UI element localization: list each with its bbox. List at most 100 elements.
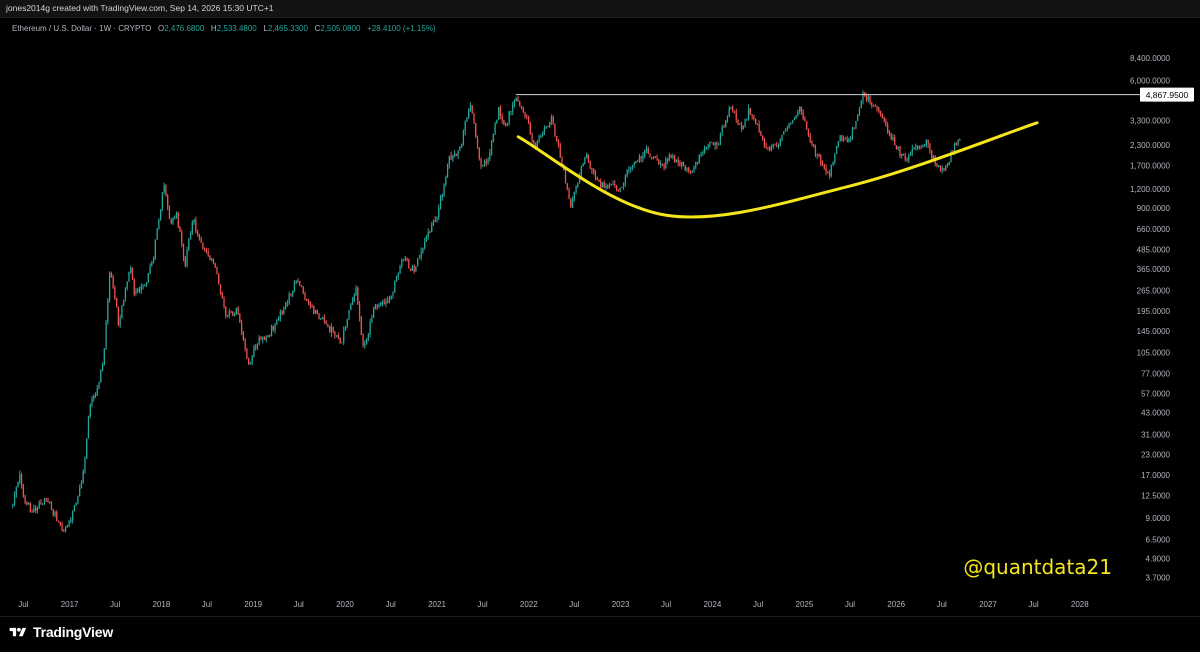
candle-down [758, 120, 760, 134]
candle-up [186, 246, 188, 268]
candle-up [288, 291, 290, 306]
candle-body [223, 297, 225, 307]
candle-up [605, 183, 607, 191]
candle-body [557, 141, 560, 145]
candle-down [501, 112, 503, 124]
candle-body [628, 169, 630, 171]
candle-up [64, 525, 67, 533]
candle-body [96, 388, 98, 396]
candle-body [288, 294, 290, 304]
candle-body [591, 168, 593, 170]
candle-body [733, 111, 736, 113]
candle-down [733, 110, 736, 114]
candle-down [195, 216, 197, 234]
candle-down [204, 247, 206, 252]
candle-body [922, 145, 924, 147]
chart-pane[interactable]: Ethereum / U.S. Dollar · 1W · CRYPTO O2,… [0, 18, 1200, 617]
candle-body [908, 155, 910, 160]
candle-body [232, 311, 234, 316]
time-tick-label: Jul [937, 600, 947, 609]
candle-body [75, 502, 77, 506]
candle-up [448, 155, 450, 169]
candle-down [740, 121, 743, 132]
candle-body [476, 136, 479, 148]
candle-body [240, 322, 243, 332]
candle-down [828, 170, 831, 179]
candle-body [790, 123, 792, 124]
candle-down [809, 132, 811, 144]
candle-up [348, 309, 350, 320]
candle-down [813, 143, 815, 148]
candle-up [175, 211, 178, 219]
candle-down [50, 501, 53, 511]
candle-body [693, 167, 695, 172]
candle-up [401, 258, 403, 269]
candle-body [205, 250, 208, 253]
candle-down [281, 309, 283, 316]
price-chart[interactable]: 8,400.0000 6,000.0000 3,300.0000 2,300.0000… [0, 18, 1200, 616]
candle-down [658, 159, 660, 166]
candle-down [177, 211, 179, 229]
candle-down [35, 505, 37, 514]
candle-body [541, 131, 544, 136]
candle-body [281, 311, 283, 315]
candle-down [219, 284, 222, 296]
candle-body [117, 306, 120, 326]
candle-body [82, 471, 84, 483]
candle-body [614, 183, 616, 186]
candle-body [321, 317, 324, 319]
candle-body [276, 320, 278, 324]
candle-body [786, 128, 788, 130]
tradingview-logo[interactable]: TradingView [8, 624, 113, 640]
candle-down [519, 100, 521, 107]
candle-body [123, 300, 125, 306]
candle-down [904, 152, 906, 162]
candle-body [582, 163, 584, 167]
candle-body [461, 143, 463, 147]
candle-up [91, 395, 93, 408]
candle-up [267, 334, 269, 338]
candle-up [668, 152, 671, 162]
candle-down [429, 230, 431, 234]
candle-up [610, 183, 612, 186]
candle-body [420, 252, 422, 258]
candle-body [630, 167, 632, 170]
candle-body [494, 123, 496, 134]
candle-body [677, 159, 679, 163]
candle-up [892, 134, 894, 142]
footer-bar: TradingView [0, 617, 1200, 652]
candles [12, 90, 961, 533]
candle-body [860, 101, 862, 108]
candle-up [672, 153, 674, 160]
candle-up [19, 470, 21, 485]
price-tick-label: 9.0000 [1146, 514, 1171, 523]
candle-body [725, 120, 727, 128]
candle-down [566, 183, 568, 191]
candle-body [397, 273, 399, 277]
candle-down [503, 119, 505, 126]
candle-down [640, 155, 642, 163]
candle-up [543, 125, 546, 136]
candle-body [633, 162, 635, 166]
price-tick-label: 145.0000 [1137, 327, 1171, 336]
candle-up [160, 209, 162, 221]
candle-up [147, 272, 149, 284]
candle-down [888, 130, 891, 137]
candle-body [358, 304, 361, 317]
candle-body [721, 126, 723, 134]
candle-down [647, 146, 649, 155]
candle-up [432, 219, 435, 227]
time-tick-label: Jul [477, 600, 487, 609]
candle-down [902, 153, 905, 156]
candle-down [526, 114, 528, 120]
candle-body [445, 176, 447, 185]
candle-body [330, 326, 333, 332]
candle-body [154, 239, 156, 258]
candle-up [457, 150, 459, 160]
candle-up [462, 129, 465, 146]
candle-up [857, 114, 859, 122]
candle-body [260, 337, 262, 340]
candle-body [876, 106, 878, 109]
candle-up [911, 144, 913, 157]
candle-down [409, 268, 412, 272]
